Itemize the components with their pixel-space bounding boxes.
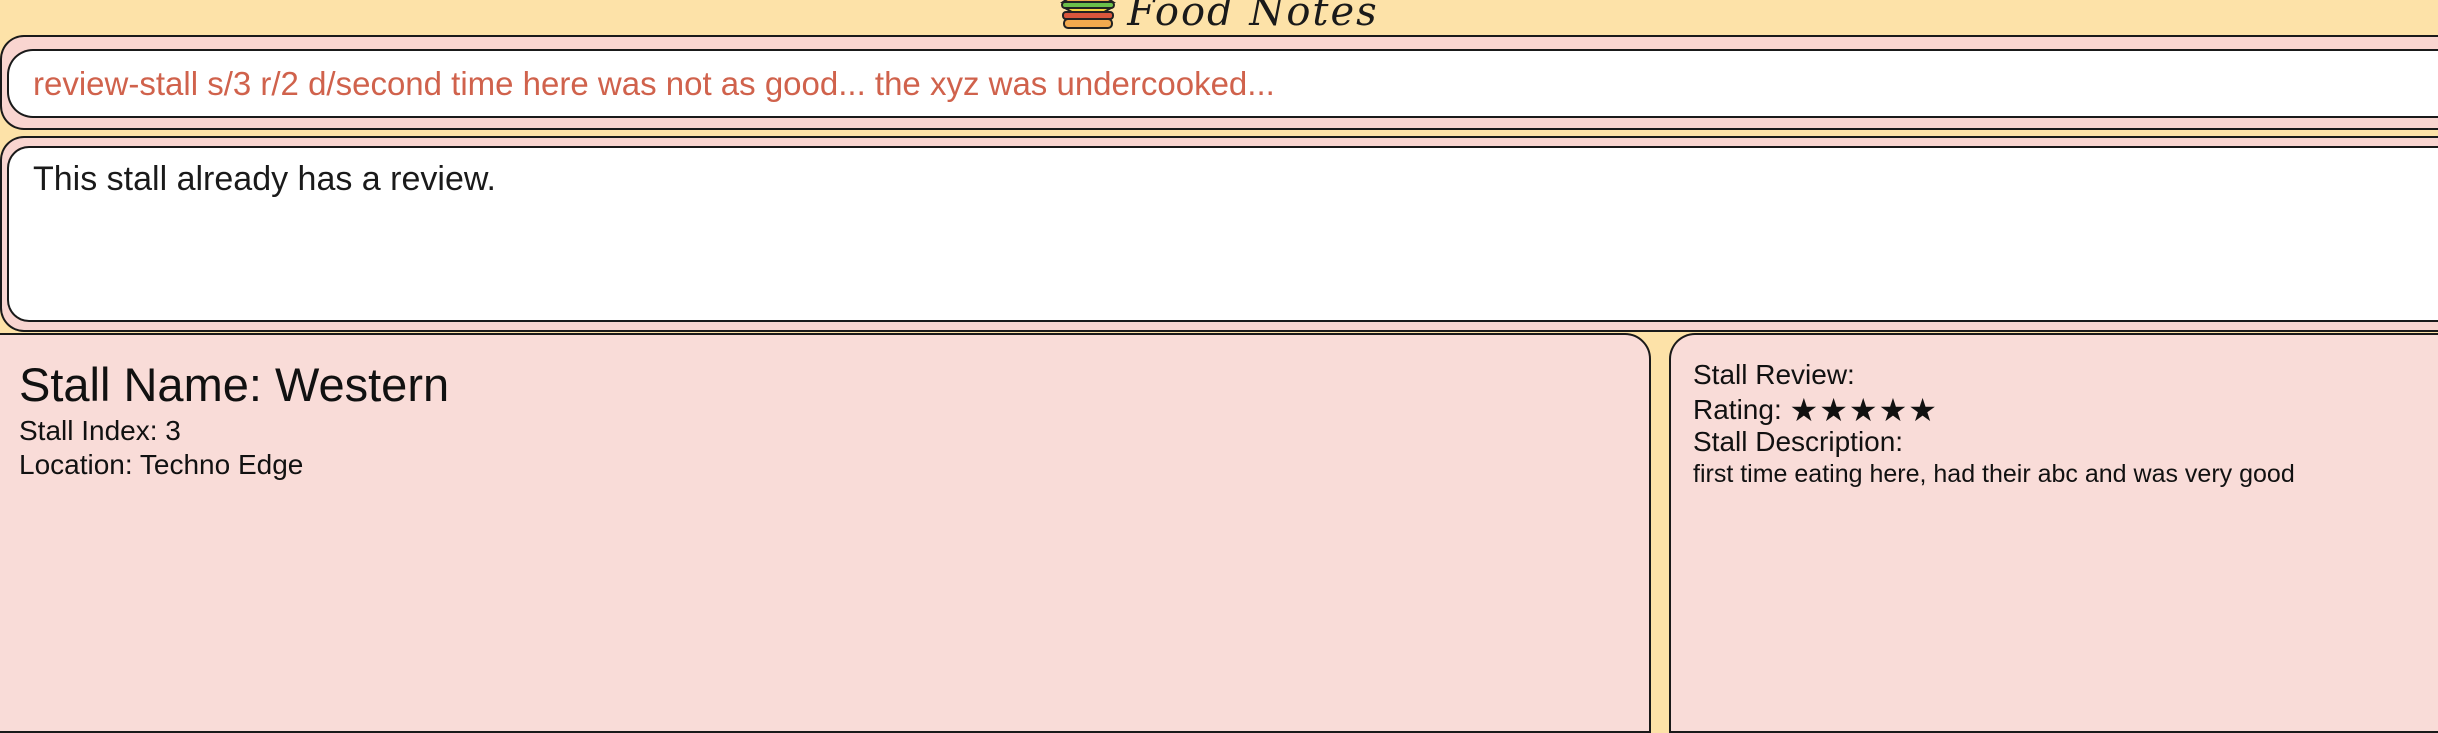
title-bar: Food Notes <box>0 0 2438 34</box>
app-title: Food Notes <box>1127 0 1379 34</box>
stall-details-panel: Stall Name: Western Stall Index: 3 Locat… <box>0 333 1651 733</box>
command-box <box>0 35 2438 130</box>
app-header: Food Notes <box>1059 0 1378 34</box>
description-label: Stall Description: <box>1693 426 1904 457</box>
rating-label: Rating: <box>1693 394 1782 425</box>
result-message: This stall already has a review. <box>33 160 496 198</box>
rating-stars: ★★★★★ <box>1789 392 1938 428</box>
stall-location: Location: Techno Edge <box>19 449 304 480</box>
rating-row: Rating: ★★★★★ <box>1693 391 1938 429</box>
command-input[interactable] <box>7 49 2438 118</box>
stall-review-panel: Stall Review: Rating: ★★★★★ Stall Descri… <box>1669 333 2438 733</box>
stall-index: Stall Index: 3 <box>19 415 181 446</box>
result-display: This stall already has a review. <box>0 136 2438 332</box>
stall-name: Stall Name: Western <box>19 358 450 411</box>
review-description: first time eating here, had their abc an… <box>1693 460 2295 488</box>
sandwich-icon <box>1059 0 1117 32</box>
result-text-area[interactable]: This stall already has a review. <box>7 146 2438 322</box>
review-heading: Stall Review: <box>1693 359 1855 390</box>
